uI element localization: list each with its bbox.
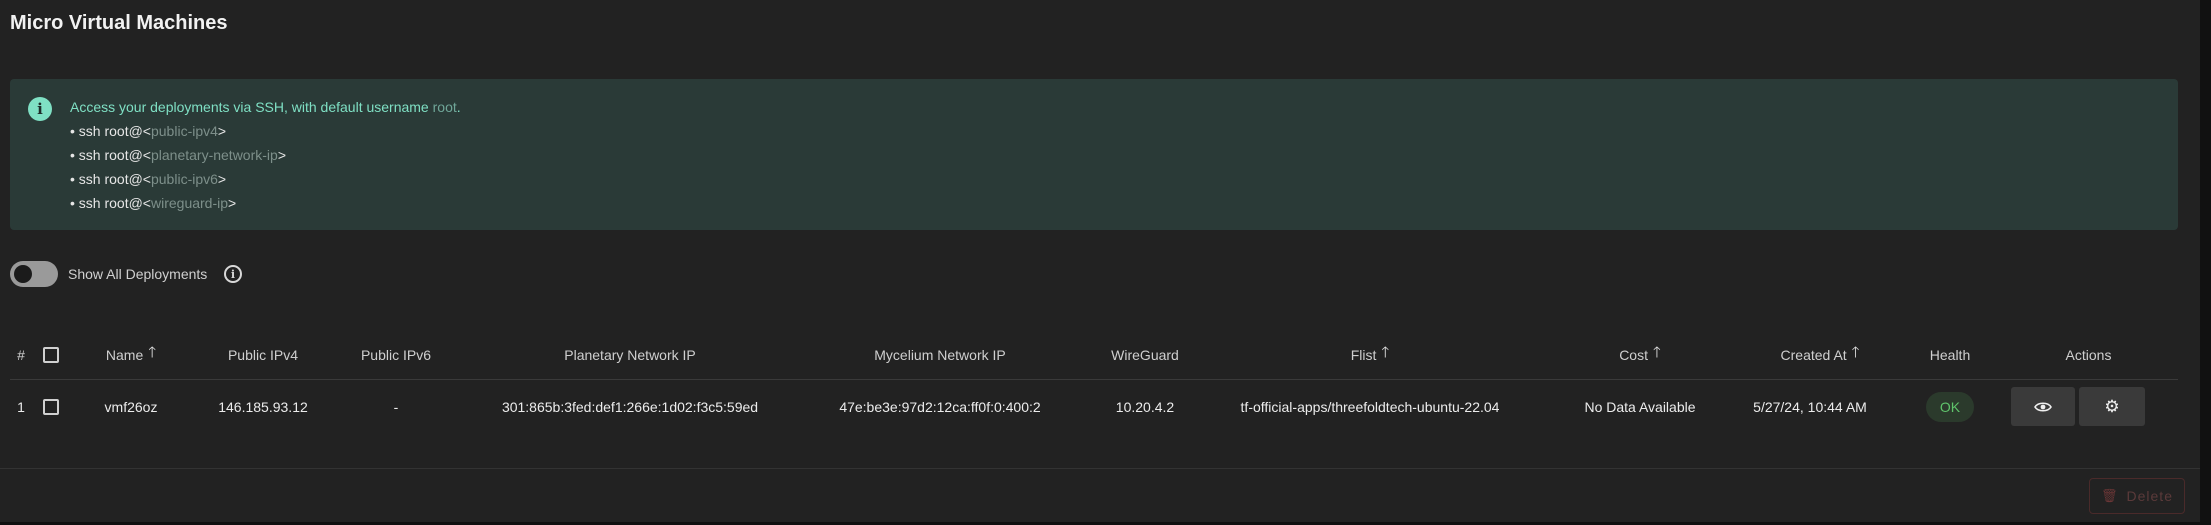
ssh-line-ipv6: • ssh root@<public-ipv6> xyxy=(70,167,461,191)
select-all-cell xyxy=(36,330,66,379)
show-all-deployments-label[interactable]: Show All Deployments xyxy=(68,266,207,282)
show-all-deployments-toggle[interactable] xyxy=(10,261,58,287)
gear-icon: ⚙ xyxy=(2104,396,2120,416)
ssh-command: • ssh root@< xyxy=(70,195,151,211)
row-wireguard-ip: 10.20.4.2 xyxy=(1115,399,1175,415)
eye-icon xyxy=(2034,401,2052,412)
ssh-close: > xyxy=(217,171,227,187)
header-created-at[interactable]: Created At 🡑 xyxy=(1720,330,1920,379)
header-name[interactable]: Name 🡑 xyxy=(76,330,186,379)
header-actions: Actions xyxy=(2065,346,2112,363)
info-icon: i xyxy=(28,97,52,121)
table-row[interactable]: 1 vmf26oz 146.185.93.12 - 301:865b:3fed:… xyxy=(10,381,2178,433)
header-index: # xyxy=(17,346,25,363)
header-public-ipv6: Public IPv6 xyxy=(360,346,432,363)
trash-icon: 🗑 xyxy=(2101,488,2119,503)
settings-button[interactable]: ⚙ xyxy=(2079,387,2145,426)
ssh-command: • ssh root@< xyxy=(70,147,151,163)
view-button[interactable] xyxy=(2011,387,2075,426)
ssh-line-planetary: • ssh root@<planetary-network-ip> xyxy=(70,143,461,167)
row-mycelium-ip: 47e:be3e:97d2:12ca:ff0f:0:400:2 xyxy=(839,399,1041,415)
page-title: Micro Virtual Machines xyxy=(10,12,228,34)
toggle-knob xyxy=(14,265,32,283)
alert-body: Access your deployments via SSH, with de… xyxy=(70,95,461,215)
header-planetary-ip: Planetary Network IP xyxy=(564,346,696,363)
header-flist-label: Flist xyxy=(1350,346,1377,363)
row-public-ipv4: 146.185.93.12 xyxy=(218,399,308,415)
arrow-up-icon: 🡑 xyxy=(1851,344,1860,361)
header-mycelium-ip: Mycelium Network IP xyxy=(874,346,1006,363)
ssh-close: > xyxy=(277,147,287,163)
ssh-line-wireguard: • ssh root@<wireguard-ip> xyxy=(70,191,461,215)
health-status-badge: OK xyxy=(1925,392,1975,422)
header-wireguard: WireGuard xyxy=(1111,346,1179,363)
header-cost-label: Cost xyxy=(1619,346,1648,363)
row-name: vmf26oz xyxy=(104,399,158,415)
headline-text: Access your deployments via SSH, with de… xyxy=(70,99,433,115)
ssh-placeholder: planetary-network-ip xyxy=(150,147,278,163)
ssh-command: • ssh root@< xyxy=(70,171,151,187)
ssh-close: > xyxy=(217,123,227,139)
arrow-up-icon: 🡑 xyxy=(1652,344,1661,361)
row-index: 1 xyxy=(17,399,25,415)
header-public-ipv4: Public IPv4 xyxy=(227,346,299,363)
app-window: Micro Virtual Machines i Access your dep… xyxy=(0,0,2200,522)
row-created-at: 5/27/24, 10:44 AM xyxy=(1753,399,1867,415)
delete-label: Delete xyxy=(2126,488,2173,504)
headline-period: . xyxy=(456,99,461,115)
alert-headline: Access your deployments via SSH, with de… xyxy=(70,95,461,119)
ssh-placeholder: public-ipv6 xyxy=(150,171,218,187)
row-checkbox[interactable] xyxy=(43,399,59,415)
ssh-close: > xyxy=(228,195,237,211)
header-cost[interactable]: Cost 🡑 xyxy=(1540,330,1740,379)
arrow-up-icon: 🡑 xyxy=(148,344,157,361)
row-flist: tf-official-apps/threefoldtech-ubuntu-22… xyxy=(1240,399,1500,415)
select-all-checkbox[interactable] xyxy=(43,346,59,363)
row-select-cell xyxy=(36,381,66,433)
arrow-up-icon: 🡑 xyxy=(1381,344,1390,361)
row-health-cell: OK xyxy=(1900,381,2000,433)
table-header: # Name 🡑 Public IPv4 Public IPv6 Planetar… xyxy=(10,330,2178,380)
ssh-info-alert: i Access your deployments via SSH, with … xyxy=(10,79,2178,230)
row-cost: No Data Available xyxy=(1584,399,1696,415)
delete-button[interactable]: 🗑 Delete xyxy=(2089,478,2185,514)
header-name-label: Name xyxy=(105,346,144,363)
ssh-placeholder: wireguard-ip xyxy=(150,195,229,211)
info-icon[interactable]: i xyxy=(224,265,242,283)
ssh-placeholder: public-ipv4 xyxy=(150,123,218,139)
header-health: Health xyxy=(1929,346,1971,363)
row-planetary-ip: 301:865b:3fed:def1:266e:1d02:f3c5:59ed xyxy=(501,399,759,415)
row-public-ipv6: - xyxy=(393,399,399,415)
ssh-line-ipv4: • ssh root@<public-ipv4> xyxy=(70,119,461,143)
default-username: root xyxy=(432,99,457,115)
ssh-command: • ssh root@< xyxy=(70,123,151,139)
footer-divider xyxy=(0,468,2200,469)
header-created-label: Created At xyxy=(1780,346,1847,363)
header-flist[interactable]: Flist 🡑 xyxy=(1210,330,1530,379)
scrollbar-track[interactable] xyxy=(2200,0,2211,525)
